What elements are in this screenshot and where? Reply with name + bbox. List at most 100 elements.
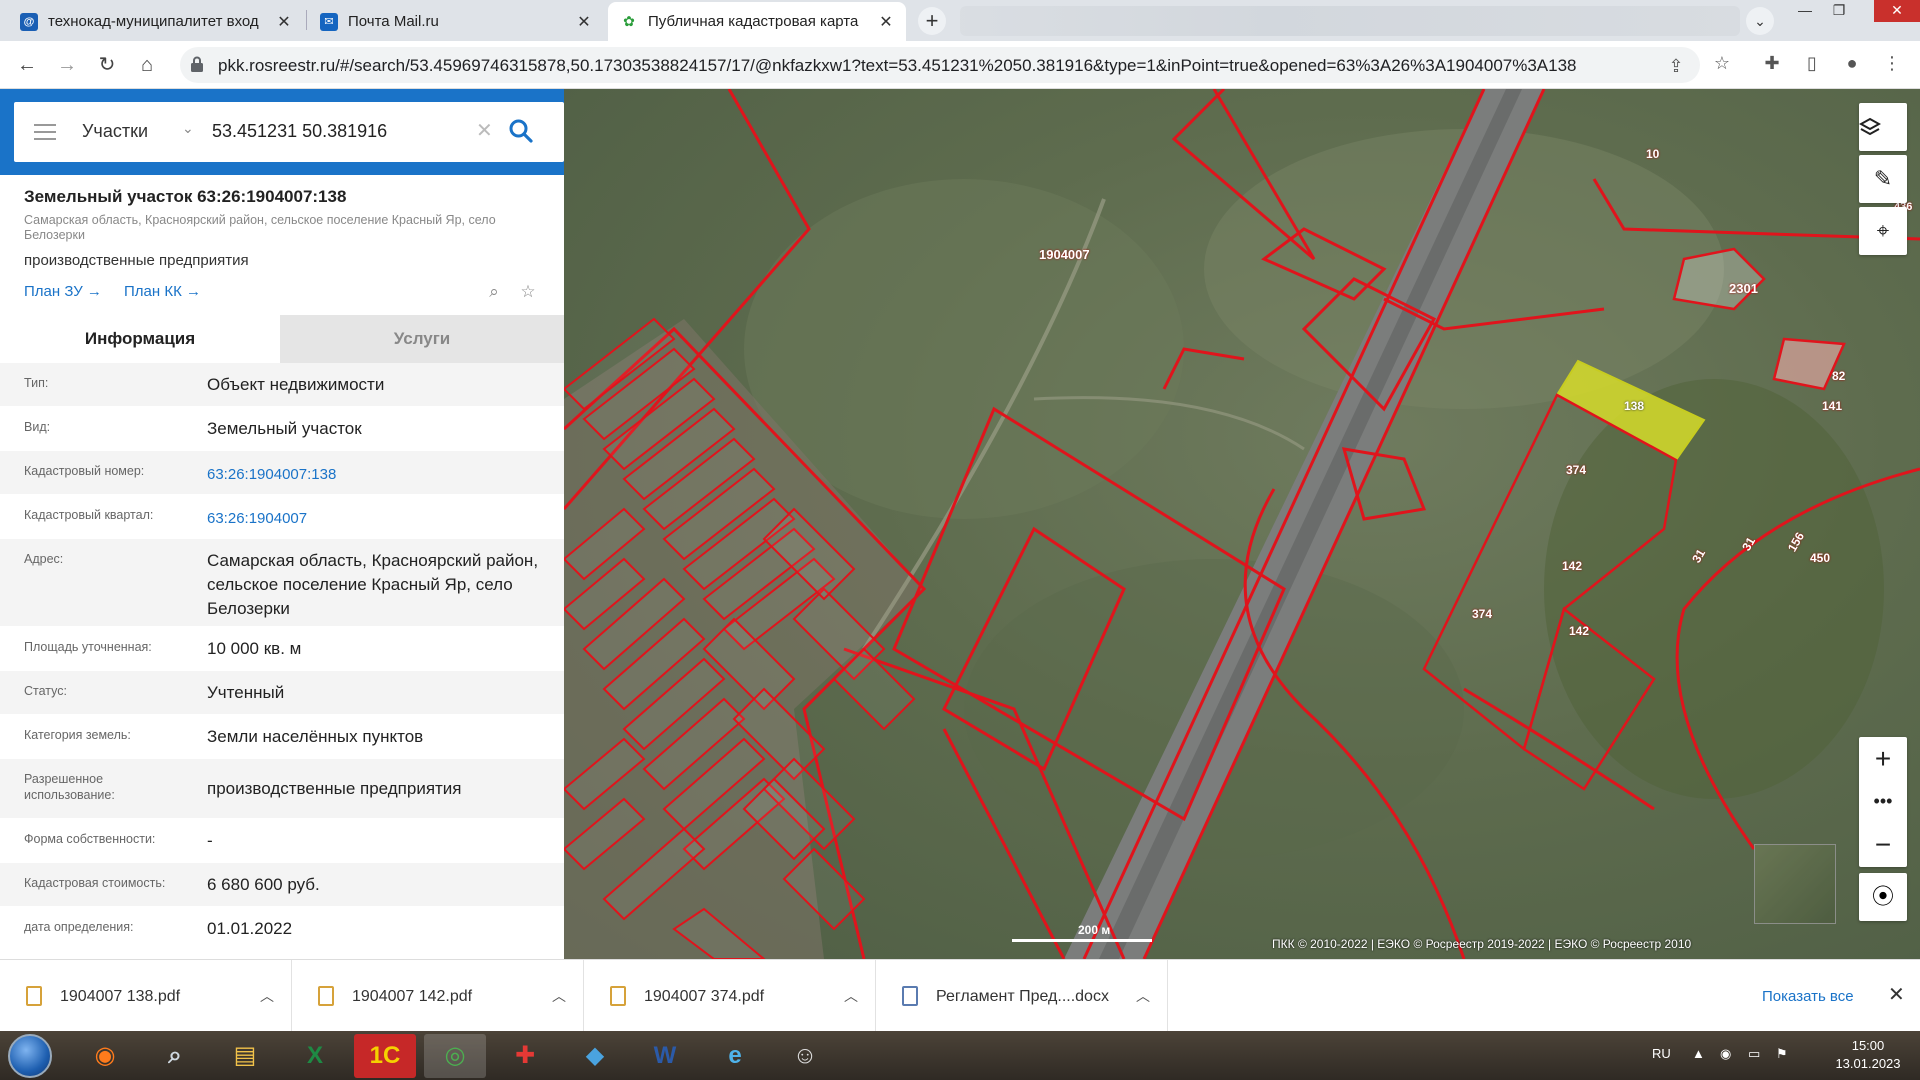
menu-kebab-icon[interactable]: ⋮ (1882, 53, 1902, 73)
attr-row-type: Тип: Объект недвижимости (0, 363, 564, 407)
minimize-button[interactable]: — (1788, 0, 1822, 22)
windows-taskbar: ◉ ⌕ ▤ X 1С ◎ ✚ ◆ W e ☺ RU ▲ ◉ ▭ ⚑ 15:00 … (0, 1031, 1920, 1080)
word-icon[interactable]: W (634, 1034, 696, 1078)
start-button[interactable] (8, 1034, 52, 1078)
chevron-up-icon[interactable]: ︿ (1136, 986, 1150, 1006)
bookmark-star-icon[interactable]: ☆ (1712, 53, 1732, 73)
side-panel-icon[interactable]: ▯ (1802, 53, 1822, 73)
tab-mail[interactable]: ✉ Почта Mail.ru ✕ (308, 2, 604, 41)
language-indicator[interactable]: RU (1652, 1046, 1671, 1061)
ruler-button[interactable]: ✎ (1859, 155, 1907, 203)
parcel-141-label: 141 (1822, 399, 1843, 413)
attr-value: 01.01.2022 (207, 919, 293, 938)
home-button[interactable]: ⌂ (134, 52, 160, 78)
attr-value: 6 680 600 руб. (207, 875, 320, 894)
back-button[interactable]: ← (14, 52, 40, 78)
download-item[interactable]: 1904007 374.pdf ︿ (584, 960, 876, 1032)
plan-kk-link[interactable]: План КК → (124, 283, 201, 300)
chevron-up-icon[interactable]: ︿ (844, 986, 858, 1006)
attr-key: Вид: (24, 420, 51, 434)
tab-services[interactable]: Услуги (280, 315, 564, 363)
tab-technokad[interactable]: @ технокад-муниципалитет вход ✕ (8, 2, 304, 41)
plan-kk-label: План КК (124, 283, 182, 300)
attr-row-status: Статус: Учтенный (0, 671, 564, 715)
share-icon[interactable]: ⇪ (1666, 56, 1686, 76)
search-magnifier-icon[interactable]: ⌕ (144, 1034, 206, 1078)
tray-expand-icon[interactable]: ▲ (1692, 1046, 1705, 1061)
locate-button[interactable]: ⌖ (1859, 207, 1907, 255)
forward-button[interactable]: → (54, 52, 80, 78)
download-item[interactable]: 1904007 138.pdf ︿ (0, 960, 292, 1032)
tab-close-icon[interactable]: ✕ (276, 12, 292, 32)
download-item[interactable]: Регламент Пред....docx ︿ (876, 960, 1168, 1032)
profile-avatar-icon[interactable]: ● (1842, 53, 1862, 73)
extensions-icon[interactable]: ✚ (1762, 53, 1782, 73)
chevron-down-icon[interactable]: ⌄ (182, 120, 194, 137)
tab-search-button[interactable]: ⌄ (1746, 7, 1774, 35)
quarter-label: 1904007 (1039, 247, 1090, 262)
zoom-more-button[interactable]: ••• (1859, 780, 1907, 823)
favorite-star-icon[interactable]: ☆ (518, 282, 538, 302)
attr-row-ownership: Форма собственности: - (0, 819, 564, 863)
crosshair-icon: ⌖ (1876, 218, 1890, 243)
search-type-select[interactable]: Участки (82, 121, 148, 142)
chevron-up-icon[interactable]: ︿ (552, 986, 566, 1006)
tab-close-icon[interactable]: ✕ (878, 12, 894, 32)
attr-key: Площадь уточненная: (24, 640, 152, 654)
reload-button[interactable]: ↻ (94, 52, 120, 78)
minimap[interactable] (1754, 844, 1836, 924)
document-search-icon[interactable]: ⌕ (484, 282, 504, 302)
attr-row-area: Площадь уточненная: 10 000 кв. м (0, 627, 564, 671)
network-icon[interactable]: ▭ (1748, 1046, 1760, 1062)
internet-explorer-icon[interactable]: e (704, 1034, 766, 1078)
cadastral-map[interactable]: 1904007 138 374 142 374 142 2301 82 10 1… (564, 89, 1920, 959)
excel-icon[interactable]: X (284, 1034, 346, 1078)
app-cube-icon[interactable]: ◆ (564, 1034, 626, 1078)
plan-zu-link[interactable]: План ЗУ → (24, 283, 102, 300)
1c-icon[interactable]: 1С (354, 1034, 416, 1078)
compass-icon: ⦿ (1871, 884, 1894, 909)
attr-row-cadastral-quarter: Кадастровый квартал: 63:26:1904007 (0, 495, 564, 539)
clear-search-icon[interactable]: ✕ (476, 118, 493, 143)
app-professor-icon[interactable]: ☺ (774, 1034, 836, 1078)
clock-time: 15:00 (1851, 1038, 1885, 1053)
close-window-button[interactable]: ✕ (1874, 0, 1920, 22)
search-input[interactable]: 53.451231 50.381916 (212, 121, 387, 142)
layers-button[interactable] (1859, 103, 1907, 151)
app-cross-icon[interactable]: ✚ (494, 1034, 556, 1078)
zoom-in-button[interactable]: + (1859, 737, 1907, 780)
system-clock[interactable]: 15:00 13.01.2023 (1828, 1037, 1908, 1073)
cadastral-number-link[interactable]: 63:26:1904007:138 (207, 463, 547, 487)
maximize-button[interactable]: ❐ (1822, 0, 1856, 22)
search-icon[interactable] (508, 118, 534, 144)
tab-label: Публичная кадастровая карта (648, 13, 859, 30)
cadastral-quarter-link[interactable]: 63:26:1904007 (207, 507, 547, 531)
compass-button[interactable]: ⦿ (1859, 873, 1907, 921)
new-tab-button[interactable]: + (918, 7, 946, 35)
zoom-out-button[interactable]: − (1859, 823, 1907, 866)
tab-information[interactable]: Информация (0, 315, 280, 363)
download-item[interactable]: 1904007 142.pdf ︿ (292, 960, 584, 1032)
url-bar[interactable]: pkk.rosreestr.ru/#/search/53.45969746315… (180, 47, 1700, 83)
file-explorer-icon[interactable]: ▤ (214, 1034, 276, 1078)
hamburger-menu-icon[interactable] (34, 124, 56, 140)
attr-row-cadastral-number: Кадастровый номер: 63:26:1904007:138 (0, 451, 564, 495)
firefox-icon[interactable]: ◉ (74, 1034, 136, 1078)
tab-pkk[interactable]: ✿ Публичная кадастровая карта ✕ (608, 2, 906, 41)
chrome-icon[interactable]: ◎ (424, 1034, 486, 1078)
clock-date: 13.01.2023 (1835, 1056, 1901, 1071)
chevron-up-icon[interactable]: ︿ (260, 986, 274, 1006)
info-panel: Участки ⌄ 53.451231 50.381916 ✕ ‹ Земель… (0, 89, 564, 959)
tray-app-icon[interactable]: ◉ (1720, 1046, 1731, 1062)
browser-tab-strip: @ технокад-муниципалитет вход ✕ ✉ Почта … (0, 0, 1920, 41)
action-center-flag-icon[interactable]: ⚑ (1776, 1046, 1788, 1062)
show-all-downloads-button[interactable]: Показать все (1748, 984, 1868, 1009)
scale-line (1012, 939, 1152, 942)
attr-value: Объект недвижимости (207, 375, 385, 394)
attr-row-land-category: Категория земель: Земли населённых пункт… (0, 715, 564, 759)
tab-close-icon[interactable]: ✕ (576, 12, 592, 32)
close-shelf-icon[interactable]: ✕ (1888, 982, 1905, 1007)
parcel-82-label: 82 (1832, 369, 1846, 383)
attr-key: Адрес: (24, 552, 64, 566)
parcel-2301[interactable] (1672, 247, 1766, 311)
